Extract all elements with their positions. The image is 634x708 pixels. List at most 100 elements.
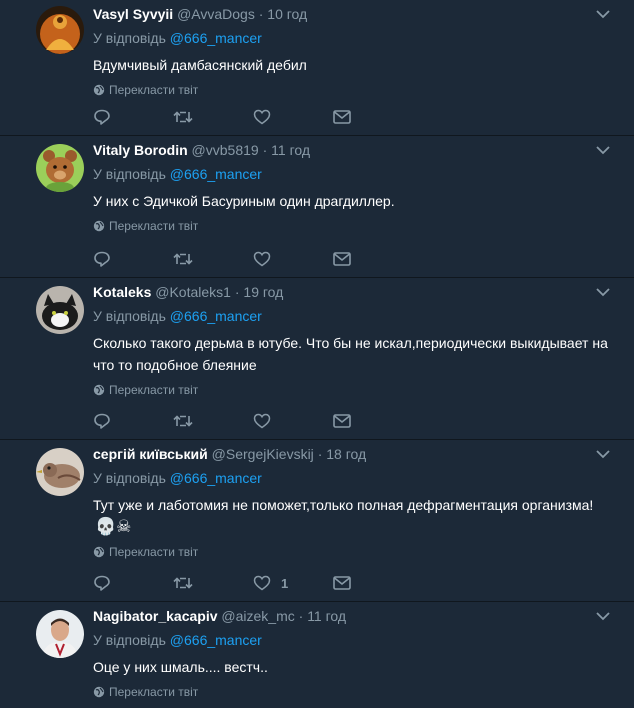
- tweet-header: Vasyl Syvyii @AvvaDogs · 10 год: [93, 6, 614, 22]
- separator-dot: ·: [234, 284, 240, 300]
- reply-context: У відповідь @666_mancer: [93, 30, 614, 46]
- mention-link[interactable]: @666_mancer: [170, 166, 262, 182]
- message-button[interactable]: [333, 574, 413, 592]
- avatar[interactable]: [36, 448, 84, 496]
- retweet-button[interactable]: [173, 412, 253, 430]
- heart-icon: [253, 575, 271, 591]
- tweet-text-body: Тут уже и лаботомия не поможет,только по…: [93, 497, 594, 513]
- tweet[interactable]: Vitaly Borodin @vvb5819 · 11 год У відпо…: [0, 136, 634, 278]
- reply-button[interactable]: [93, 412, 173, 430]
- chevron-down-icon[interactable]: [596, 446, 614, 462]
- author-handle[interactable]: @SergejKievskij: [212, 446, 314, 462]
- tweet[interactable]: Vasyl Syvyii @AvvaDogs · 10 год У відпов…: [0, 0, 634, 136]
- tweet[interactable]: сергій київський @SergejKievskij · 18 го…: [0, 440, 634, 602]
- envelope-icon: [333, 576, 351, 590]
- reply-context: У відповідь @666_mancer: [93, 470, 614, 486]
- heart-icon: [253, 413, 271, 429]
- author-name[interactable]: Vitaly Borodin: [93, 142, 188, 158]
- tweet-content: сергій київський @SergejKievskij · 18 го…: [93, 446, 614, 560]
- tweet-actions: [93, 108, 413, 126]
- author-name[interactable]: сергій київський: [93, 446, 208, 462]
- tweet[interactable]: Kotaleks @Kotaleks1 · 19 год У відповідь…: [0, 278, 634, 440]
- retweet-icon: [173, 253, 193, 265]
- reply-button[interactable]: [93, 250, 173, 268]
- separator-dot: ·: [298, 608, 304, 624]
- reply-context: У відповідь @666_mancer: [93, 308, 614, 324]
- translate-label: Перекласти твіт: [109, 219, 199, 233]
- reply-prefix: У відповідь: [93, 470, 166, 486]
- separator-dot: ·: [258, 6, 264, 22]
- timestamp[interactable]: 10 год: [267, 6, 307, 22]
- reply-button[interactable]: [93, 574, 173, 592]
- tweet-header: Vitaly Borodin @vvb5819 · 11 год: [93, 142, 614, 158]
- timestamp[interactable]: 11 год: [271, 142, 310, 158]
- translate-label: Перекласти твіт: [109, 83, 199, 97]
- mention-link[interactable]: @666_mancer: [170, 30, 262, 46]
- translate-link[interactable]: Перекласти твіт: [93, 684, 614, 700]
- envelope-icon: [333, 414, 351, 428]
- avatar[interactable]: [36, 144, 84, 192]
- skull-emoji: 💀☠: [95, 517, 132, 536]
- author-handle[interactable]: @aizek_mc: [221, 608, 294, 624]
- message-button[interactable]: [333, 108, 413, 126]
- tweet-text: Вдумчивый дамбасянский дебил: [93, 57, 307, 73]
- avatar[interactable]: [36, 286, 84, 334]
- translate-link[interactable]: Перекласти твіт: [93, 544, 614, 560]
- mention-link[interactable]: @666_mancer: [170, 308, 262, 324]
- chevron-down-icon[interactable]: [596, 284, 614, 300]
- reply-prefix: У відповідь: [93, 308, 166, 324]
- reply-icon: [94, 413, 110, 429]
- tweet-actions: [93, 412, 413, 430]
- retweet-button[interactable]: [173, 250, 253, 268]
- author-name[interactable]: Nagibator_kacapiv: [93, 608, 218, 624]
- tweet-text: Оце у них шмаль.... вестч..: [93, 659, 268, 675]
- tweet-header: сергій київський @SergejKievskij · 18 го…: [93, 446, 614, 462]
- avatar[interactable]: [36, 6, 84, 54]
- timestamp[interactable]: 19 год: [243, 284, 283, 300]
- mention-link[interactable]: @666_mancer: [170, 470, 262, 486]
- translate-label: Перекласти твіт: [109, 685, 199, 699]
- retweet-icon: [173, 415, 193, 427]
- author-handle[interactable]: @vvb5819: [192, 142, 259, 158]
- message-button[interactable]: [333, 412, 413, 430]
- tweet[interactable]: Nagibator_kacapiv @aizek_mc · 11 год У в…: [0, 602, 634, 708]
- author-handle[interactable]: @AvvaDogs: [177, 6, 255, 22]
- like-button[interactable]: [253, 250, 333, 268]
- like-button[interactable]: [253, 412, 333, 430]
- separator-dot: ·: [262, 142, 268, 158]
- heart-icon: [253, 109, 271, 125]
- globe-icon: [93, 220, 105, 232]
- tweet-actions: 1: [93, 574, 413, 592]
- tweet-header: Kotaleks @Kotaleks1 · 19 год: [93, 284, 614, 300]
- translate-link[interactable]: Перекласти твіт: [93, 382, 614, 398]
- reply-prefix: У відповідь: [93, 30, 166, 46]
- chevron-down-icon[interactable]: [596, 142, 614, 158]
- separator-dot: ·: [317, 446, 323, 462]
- globe-icon: [93, 546, 105, 558]
- chevron-down-icon[interactable]: [596, 6, 614, 22]
- author-handle[interactable]: @Kotaleks1: [155, 284, 231, 300]
- message-button[interactable]: [333, 250, 413, 268]
- like-button[interactable]: 1: [253, 574, 333, 592]
- translate-link[interactable]: Перекласти твіт: [93, 218, 614, 234]
- author-name[interactable]: Kotaleks: [93, 284, 151, 300]
- translate-label: Перекласти твіт: [109, 383, 199, 397]
- reply-button[interactable]: [93, 108, 173, 126]
- avatar[interactable]: [36, 610, 84, 658]
- translate-link[interactable]: Перекласти твіт: [93, 82, 614, 98]
- retweet-button[interactable]: [173, 108, 253, 126]
- author-name[interactable]: Vasyl Syvyii: [93, 6, 173, 22]
- tweet-feed: Vasyl Syvyii @AvvaDogs · 10 год У відпов…: [0, 0, 634, 708]
- timestamp[interactable]: 11 год: [307, 608, 346, 624]
- chevron-down-icon[interactable]: [596, 608, 614, 624]
- reply-icon: [94, 575, 110, 591]
- like-button[interactable]: [253, 108, 333, 126]
- mention-link[interactable]: @666_mancer: [170, 632, 262, 648]
- globe-icon: [93, 84, 105, 96]
- retweet-button[interactable]: [173, 574, 253, 592]
- tweet-text: У них с Эдичкой Басуриным один драгдилле…: [93, 193, 395, 209]
- heart-icon: [253, 251, 271, 267]
- retweet-icon: [173, 577, 193, 589]
- timestamp[interactable]: 18 год: [326, 446, 366, 462]
- tweet-actions: [93, 250, 413, 268]
